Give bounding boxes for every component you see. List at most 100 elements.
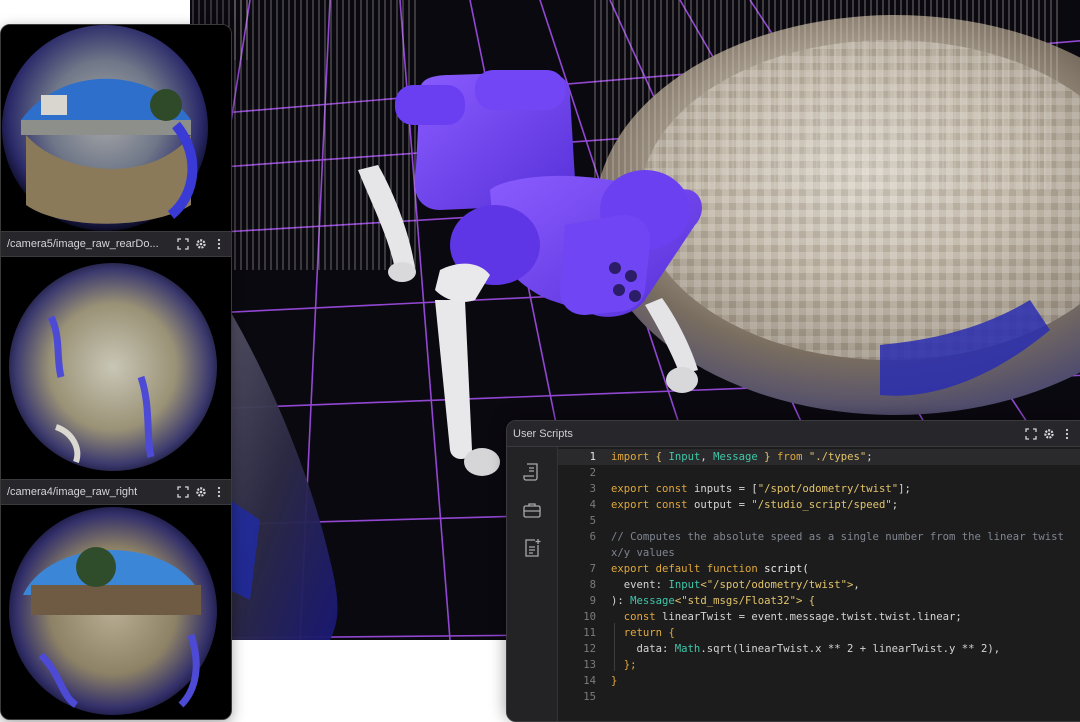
code-token: output <box>693 499 733 511</box>
expand-icon[interactable] <box>175 484 191 500</box>
line-number: 14 <box>583 675 596 687</box>
code-token: export <box>611 499 650 511</box>
code-token: export <box>611 483 650 495</box>
expand-icon[interactable] <box>1023 426 1039 442</box>
code-line[interactable]: 10 const linearTwist = event.message.twi… <box>558 609 1080 625</box>
camera-panel-header: /camera5/image_raw_rearDo... <box>1 231 231 257</box>
kebab-menu-icon[interactable] <box>211 236 227 252</box>
line-number: 15 <box>583 691 596 703</box>
code-token: inputs <box>693 483 733 495</box>
line-number: 10 <box>583 611 596 623</box>
expand-icon[interactable] <box>175 236 191 252</box>
code-line[interactable]: x/y values <box>558 545 1080 561</box>
code-token: Input <box>668 579 701 591</box>
line-number: 8 <box>589 579 596 591</box>
code-token: = [ <box>738 483 758 495</box>
code-token: { <box>668 627 675 639</box>
code-line[interactable]: 4 export const output = "/studio_script/… <box>558 497 1080 513</box>
code-token: { <box>808 595 816 607</box>
code-editor[interactable]: 1 import { Input, Message } from "./type… <box>558 447 1080 721</box>
code-token: , <box>853 579 860 591</box>
code-line[interactable]: 1 import { Input, Message } from "./type… <box>558 449 1080 465</box>
code-token: linearTwist = event.message.twist.twist.… <box>662 611 962 623</box>
line-number: 9 <box>589 595 596 607</box>
line-number: 13 <box>583 659 596 671</box>
code-token: .sqrt(linearTwist.x ** 2 + linearTwist.y… <box>700 643 1001 655</box>
code-token: "/studio_script/speed" <box>751 499 892 511</box>
camera-feed-front[interactable] <box>1 25 231 231</box>
code-token: } <box>764 451 771 463</box>
code-token: const <box>655 483 688 495</box>
user-scripts-header: User Scripts <box>507 421 1080 447</box>
kebab-menu-icon[interactable] <box>211 484 227 500</box>
briefcase-icon[interactable] <box>521 499 543 521</box>
kebab-menu-icon[interactable] <box>1059 426 1075 442</box>
camera-feed-rear-down[interactable] <box>1 257 231 479</box>
scripts-side-rail <box>507 447 558 721</box>
line-number: 2 <box>589 467 596 479</box>
code-line[interactable]: 7 export default function script( <box>558 561 1080 577</box>
code-line[interactable]: 11 return { <box>558 625 1080 641</box>
code-token: "/spot/odometry/twist" <box>757 483 899 495</box>
line-number: 3 <box>589 483 596 495</box>
line-number: 1 <box>589 451 596 463</box>
line-number: 4 <box>589 499 596 511</box>
code-token: Message <box>713 451 758 463</box>
code-token: Math <box>674 643 701 655</box>
code-line[interactable]: 12 data: Math.sqrt(linearTwist.x ** 2 + … <box>558 641 1080 657</box>
fisheye-image <box>1 505 231 719</box>
code-token: ; <box>891 499 899 511</box>
line-number: 12 <box>583 643 596 655</box>
code-line[interactable]: 8 event: Input<"/spot/odometry/twist">, <box>558 577 1080 593</box>
line-number: 6 <box>589 531 596 543</box>
code-token: function <box>706 563 758 575</box>
line-number: 5 <box>589 515 596 527</box>
code-token: const <box>623 611 656 623</box>
fisheye-image <box>1 257 231 479</box>
code-token: import <box>611 451 650 463</box>
code-token: = <box>738 499 746 511</box>
code-token: export <box>611 563 650 575</box>
gear-icon[interactable] <box>193 236 209 252</box>
camera-topic-title: /camera5/image_raw_rearDo... <box>7 238 159 250</box>
code-token: } <box>611 675 618 687</box>
gear-icon[interactable] <box>1041 426 1057 442</box>
code-token: ; <box>866 451 873 463</box>
fisheye-image <box>1 25 231 231</box>
camera-topic-title: /camera4/image_raw_right <box>7 486 138 498</box>
code-token: Message <box>630 595 675 607</box>
script-icon[interactable] <box>521 461 543 483</box>
code-line[interactable]: 3 export const inputs = ["/spot/odometry… <box>558 481 1080 497</box>
code-line[interactable]: 13 }; <box>558 657 1080 673</box>
camera-panel-header: /camera4/image_raw_right <box>1 479 231 505</box>
code-line[interactable]: 9 ): Message<"std_msgs/Float32"> { <box>558 593 1080 609</box>
code-line[interactable]: 5 <box>558 513 1080 529</box>
code-token: const <box>655 499 688 511</box>
code-token: default <box>655 563 701 575</box>
code-token: { <box>655 451 663 463</box>
code-token: event: <box>623 579 663 591</box>
code-line[interactable]: 6 // Computes the absolute speed as a si… <box>558 529 1080 545</box>
code-token: , <box>700 451 707 463</box>
code-token: "./types" <box>808 451 867 463</box>
user-scripts-panel: User Scripts 1 import { Input, Message }… <box>506 420 1080 722</box>
user-scripts-title: User Scripts <box>513 427 573 440</box>
code-token: ]; <box>898 483 911 495</box>
code-token: <"/spot/odometry/twist"> <box>700 579 854 591</box>
camera-panels-column: /camera5/image_raw_rearDo... /camera4/im… <box>0 24 232 720</box>
code-comment: x/y values <box>611 547 675 559</box>
line-number: 11 <box>583 627 596 639</box>
gear-icon[interactable] <box>193 484 209 500</box>
camera-feed-right[interactable] <box>1 505 231 719</box>
add-note-icon[interactable] <box>521 537 543 559</box>
code-token: return <box>623 627 663 639</box>
code-token: script( <box>764 563 809 575</box>
line-number: 7 <box>589 563 596 575</box>
code-token: }; <box>623 659 637 671</box>
code-token: ): <box>611 595 624 607</box>
code-line[interactable]: 2 <box>558 465 1080 481</box>
code-line[interactable]: 14 } <box>558 673 1080 689</box>
code-token: from <box>776 451 803 463</box>
code-line[interactable]: 15 <box>558 689 1080 705</box>
code-token: data: <box>636 643 669 655</box>
